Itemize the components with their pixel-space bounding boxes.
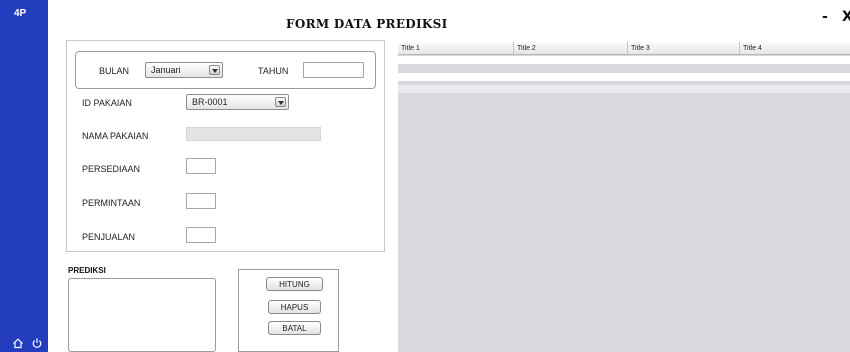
batal-button[interactable]: BATAL bbox=[268, 321, 321, 335]
penjualan-input[interactable] bbox=[186, 227, 216, 243]
penjualan-label: PENJUALAN bbox=[82, 232, 136, 242]
table-header-cell[interactable]: Title 2 bbox=[513, 42, 627, 55]
app-logo: 4P bbox=[14, 8, 27, 19]
minimize-button[interactable]: - bbox=[822, 9, 828, 25]
id-pakaian-select[interactable]: BR-0001 bbox=[186, 94, 289, 110]
chevron-down-icon bbox=[275, 97, 286, 107]
home-icon[interactable] bbox=[12, 337, 24, 349]
id-pakaian-value: BR-0001 bbox=[192, 97, 228, 107]
persediaan-label: PERSEDIAAN bbox=[82, 164, 141, 174]
tahun-label: TAHUN bbox=[258, 66, 289, 76]
chevron-down-icon bbox=[209, 65, 220, 75]
table-row[interactable] bbox=[398, 73, 850, 81]
permintaan-input[interactable] bbox=[186, 193, 216, 209]
bulan-label: BULAN bbox=[99, 66, 130, 76]
table-header-cell[interactable]: Title 1 bbox=[398, 42, 513, 55]
table-row[interactable] bbox=[398, 85, 850, 93]
table-row[interactable] bbox=[398, 56, 850, 64]
nama-pakaian-label: NAMA PAKAIAN bbox=[82, 131, 149, 141]
table-header: Title 1 Title 2 Title 3 Title 4 bbox=[398, 42, 850, 55]
close-button[interactable]: X bbox=[842, 9, 850, 25]
bulan-select[interactable]: Januari bbox=[145, 62, 223, 78]
tahun-input[interactable] bbox=[303, 62, 364, 78]
persediaan-input[interactable] bbox=[186, 158, 216, 174]
page-title: FORM DATA PREDIKSI bbox=[286, 17, 448, 31]
hitung-button[interactable]: HITUNG bbox=[266, 277, 323, 291]
sidebar: 4P bbox=[0, 0, 48, 352]
power-icon[interactable] bbox=[31, 337, 43, 349]
prediksi-textarea[interactable] bbox=[68, 278, 216, 352]
id-pakaian-label: ID PAKAIAN bbox=[82, 98, 132, 108]
bulan-select-value: Januari bbox=[151, 65, 181, 75]
permintaan-label: PERMINTAAN bbox=[82, 198, 141, 208]
table-header-cell[interactable]: Title 4 bbox=[739, 42, 850, 55]
table-header-cell[interactable]: Title 3 bbox=[627, 42, 739, 55]
data-table[interactable]: Title 1 Title 2 Title 3 Title 4 bbox=[398, 42, 850, 352]
prediksi-label: PREDIKSI bbox=[68, 266, 106, 275]
hapus-button[interactable]: HAPUS bbox=[268, 300, 321, 314]
nama-pakaian-field bbox=[186, 127, 321, 141]
